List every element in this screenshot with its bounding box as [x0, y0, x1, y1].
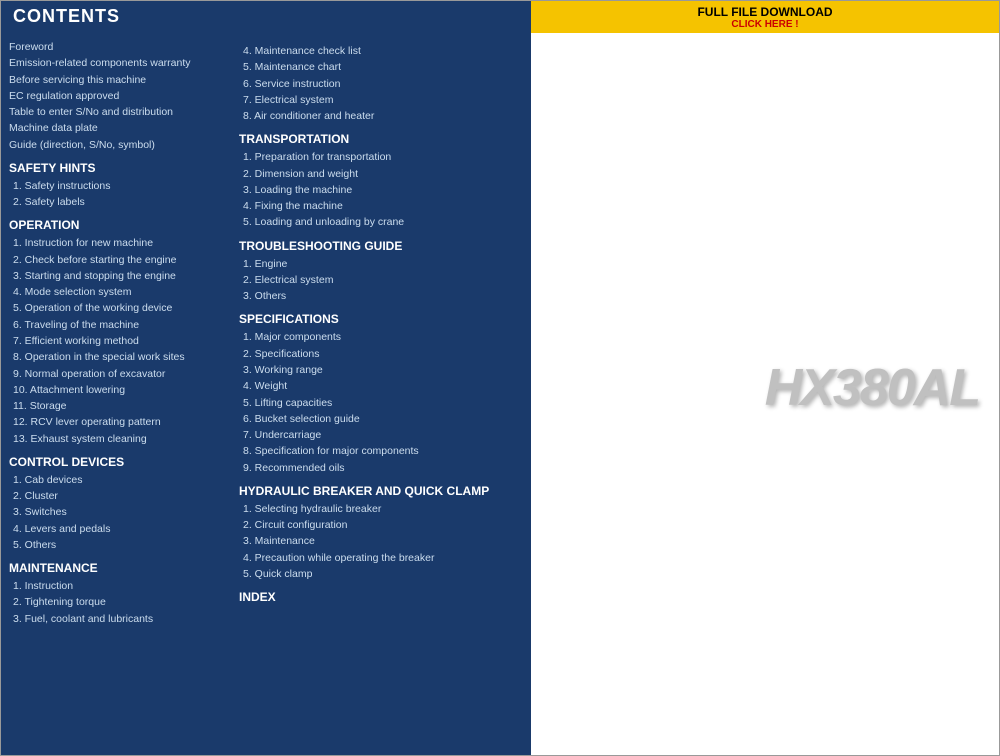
toc-maint-7[interactable]: 7. Electrical system — [239, 92, 523, 108]
toc-panel: Foreword Emission-related components war… — [1, 33, 531, 755]
maintenance-title: MAINTENANCE — [9, 561, 223, 575]
toc-spec-7[interactable]: 7. Undercarriage — [239, 427, 523, 443]
download-sub: CLICK HERE ! — [731, 19, 798, 30]
toc-maint-1[interactable]: 1. Instruction — [9, 578, 223, 594]
toc-spec-2[interactable]: 2. Specifications — [239, 346, 523, 362]
toc-safety-instructions[interactable]: 1. Safety instructions — [9, 178, 223, 194]
toc-maint-6[interactable]: 6. Service instruction — [239, 76, 523, 92]
toc-op-3[interactable]: 3. Starting and stopping the engine — [9, 268, 223, 284]
toc-op-2[interactable]: 2. Check before starting the engine — [9, 252, 223, 268]
toc-op-1[interactable]: 1. Instruction for new machine — [9, 235, 223, 251]
toc-trans-4[interactable]: 4. Fixing the machine — [239, 198, 523, 214]
control-title: CONTROL DEVICES — [9, 455, 223, 469]
toc-foreword[interactable]: Foreword — [9, 39, 223, 55]
toc-safety-labels[interactable]: 2. Safety labels — [9, 194, 223, 210]
toc-guide[interactable]: Guide (direction, S/No, symbol) — [9, 137, 223, 153]
toc-hyd-3[interactable]: 3. Maintenance — [239, 533, 523, 549]
index-title: INDEX — [239, 590, 523, 604]
toc-op-8[interactable]: 8. Operation in the special work sites — [9, 349, 223, 365]
toc-hyd-4[interactable]: 4. Precaution while operating the breake… — [239, 550, 523, 566]
toc-hyd-1[interactable]: 1. Selecting hydraulic breaker — [239, 501, 523, 517]
toc-trans-3[interactable]: 3. Loading the machine — [239, 182, 523, 198]
toc-ctrl-4[interactable]: 4. Levers and pedals — [9, 521, 223, 537]
toc-op-9[interactable]: 9. Normal operation of excavator — [9, 366, 223, 382]
operation-title: OPERATION — [9, 218, 223, 232]
toc-ctrl-1[interactable]: 1. Cab devices — [9, 472, 223, 488]
transport-title: TRANSPORTATION — [239, 132, 523, 146]
toc-col2: 4. Maintenance check list 5. Maintenance… — [231, 39, 531, 749]
toc-op-6[interactable]: 6. Traveling of the machine — [9, 317, 223, 333]
safety-title: SAFETY HINTS — [9, 161, 223, 175]
toc-trans-5[interactable]: 5. Loading and unloading by crane — [239, 214, 523, 230]
toc-op-12[interactable]: 12. RCV lever operating pattern — [9, 414, 223, 430]
toc-maint-8[interactable]: 8. Air conditioner and heater — [239, 108, 523, 124]
hydraulic-title: HYDRAULIC BREAKER AND QUICK CLAMP — [239, 484, 523, 498]
toc-ctrl-3[interactable]: 3. Switches — [9, 504, 223, 520]
toc-spec-6[interactable]: 6. Bucket selection guide — [239, 411, 523, 427]
toc-maint-3[interactable]: 3. Fuel, coolant and lubricants — [9, 611, 223, 627]
toc-op-11[interactable]: 11. Storage — [9, 398, 223, 414]
toc-op-7[interactable]: 7. Efficient working method — [9, 333, 223, 349]
toc-maint-4[interactable]: 4. Maintenance check list — [239, 43, 523, 59]
toc-spec-1[interactable]: 1. Major components — [239, 329, 523, 345]
toc-trouble-3[interactable]: 3. Others — [239, 288, 523, 304]
toc-op-5[interactable]: 5. Operation of the working device — [9, 300, 223, 316]
toc-trans-1[interactable]: 1. Preparation for transportation — [239, 149, 523, 165]
toc-spec-9[interactable]: 9. Recommended oils — [239, 460, 523, 476]
toc-op-10[interactable]: 10. Attachment lowering — [9, 382, 223, 398]
toc-maint-2[interactable]: 2. Tightening torque — [9, 594, 223, 610]
model-label: HX380AL — [765, 358, 979, 418]
toc-op-4[interactable]: 4. Mode selection system — [9, 284, 223, 300]
toc-op-13[interactable]: 13. Exhaust system cleaning — [9, 431, 223, 447]
toc-emission[interactable]: Emission-related components warranty — [9, 55, 223, 71]
toc-before-service[interactable]: Before servicing this machine — [9, 72, 223, 88]
toc-ctrl-2[interactable]: 2. Cluster — [9, 488, 223, 504]
toc-trouble-1[interactable]: 1. Engine — [239, 256, 523, 272]
toc-hyd-5[interactable]: 5. Quick clamp — [239, 566, 523, 582]
toc-trans-2[interactable]: 2. Dimension and weight — [239, 166, 523, 182]
toc-hyd-2[interactable]: 2. Circuit configuration — [239, 517, 523, 533]
toc-spec-4[interactable]: 4. Weight — [239, 378, 523, 394]
toc-spec-8[interactable]: 8. Specification for major components — [239, 443, 523, 459]
download-button[interactable]: FULL FILE DOWNLOAD CLICK HERE ! — [531, 1, 999, 33]
toc-col1: Foreword Emission-related components war… — [1, 39, 231, 749]
toc-maint-5[interactable]: 5. Maintenance chart — [239, 59, 523, 75]
trouble-title: TROUBLESHOOTING GUIDE — [239, 239, 523, 253]
toc-spec-3[interactable]: 3. Working range — [239, 362, 523, 378]
toc-ec[interactable]: EC regulation approved — [9, 88, 223, 104]
product-image-panel: HYUNDAI — [531, 33, 999, 755]
toc-trouble-2[interactable]: 2. Electrical system — [239, 272, 523, 288]
contents-header: CONTENTS — [1, 1, 531, 33]
toc-ctrl-5[interactable]: 5. Others — [9, 537, 223, 553]
specs-title: SPECIFICATIONS — [239, 312, 523, 326]
toc-spec-5[interactable]: 5. Lifting capacities — [239, 395, 523, 411]
toc-machine-plate[interactable]: Machine data plate — [9, 120, 223, 136]
toc-table-sno[interactable]: Table to enter S/No and distribution — [9, 104, 223, 120]
download-title: FULL FILE DOWNLOAD — [697, 5, 832, 19]
